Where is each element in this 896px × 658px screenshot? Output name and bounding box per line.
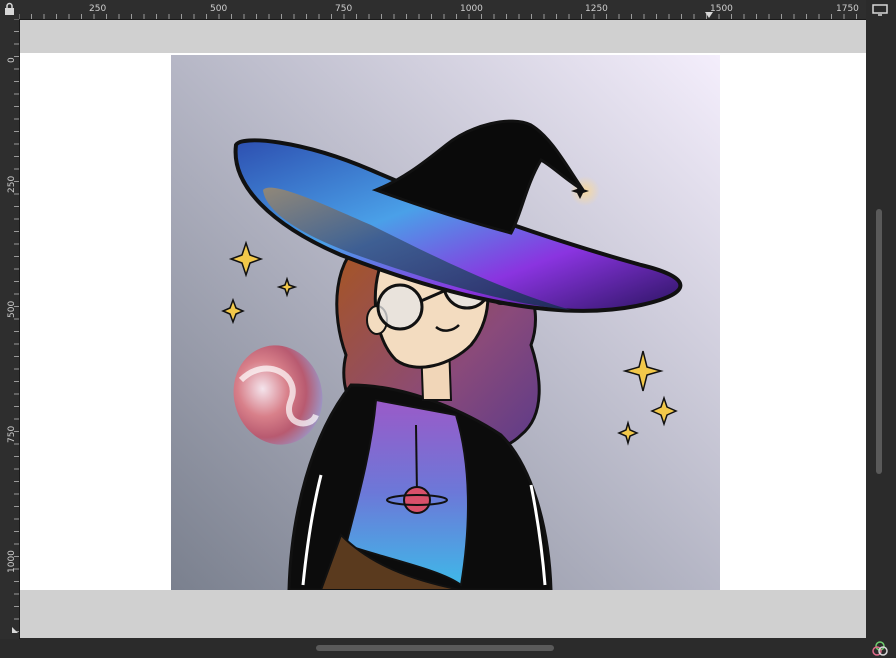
position-marker-icon <box>705 12 713 18</box>
horizontal-scroll-thumb[interactable] <box>316 645 554 651</box>
ruler-label-1500: 1500 <box>710 4 733 14</box>
vertical-scrollbar[interactable] <box>867 19 896 639</box>
canvas-area[interactable] <box>20 20 866 638</box>
ruler-label-v0: 0 <box>7 57 17 63</box>
vertical-ruler[interactable]: 0 250 500 750 1000 <box>0 19 20 639</box>
horizontal-ruler[interactable]: 250 500 750 1000 1250 1500 1750 <box>19 0 866 20</box>
ruler-corner <box>0 0 19 19</box>
image-page[interactable] <box>20 53 866 590</box>
ruler-label-v750: 750 <box>7 425 17 443</box>
ruler-label-250: 250 <box>89 4 107 14</box>
vertical-scroll-thumb[interactable] <box>876 209 882 474</box>
ruler-label-v1000: 1000 <box>7 550 17 573</box>
ruler-label-500: 500 <box>210 4 228 14</box>
monitor-icon[interactable] <box>872 4 888 16</box>
ruler-label-v500: 500 <box>7 300 17 318</box>
ruler-label-1750: 1750 <box>836 4 859 14</box>
horizontal-scrollbar[interactable] <box>19 639 867 658</box>
lock-icon[interactable] <box>4 2 15 16</box>
navigate-icon[interactable] <box>12 627 18 633</box>
color-channels-icon[interactable] <box>872 641 888 656</box>
ruler-label-750: 750 <box>335 4 353 14</box>
witch-illustration <box>171 55 720 590</box>
ruler-label-1250: 1250 <box>585 4 608 14</box>
ruler-label-v250: 250 <box>7 175 17 193</box>
ruler-label-1000: 1000 <box>460 4 483 14</box>
